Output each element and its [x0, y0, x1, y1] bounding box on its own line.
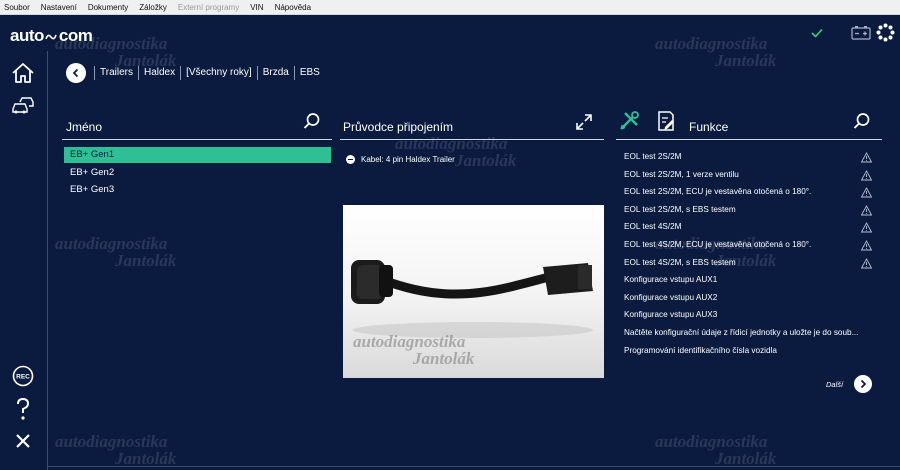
bottom-border [48, 466, 900, 467]
close-icon[interactable] [9, 427, 37, 455]
menu-item-dokumenty[interactable]: Dokumenty [88, 3, 128, 12]
watermark-line2: Jantolák [715, 449, 777, 468]
warning-icon [861, 240, 872, 251]
loading-spinner-icon [876, 23, 895, 42]
watermark-line1: autodiagnostika [395, 134, 508, 153]
watermark: autodiagnostika Jantolák [55, 235, 176, 269]
menu-item-vin[interactable]: VIN [250, 3, 263, 12]
rec-icon[interactable]: REC [9, 362, 37, 390]
help-icon[interactable] [9, 395, 37, 423]
watermark: autodiagnostika Jantolák [655, 433, 776, 467]
function-item[interactable]: Konfigurace vstupu AUX3 [624, 306, 874, 324]
tools-icon[interactable] [618, 110, 640, 132]
next-nav[interactable]: Další [826, 375, 873, 393]
functions-panel-title: Funkce [689, 120, 729, 134]
connection-panel-divider [340, 139, 604, 140]
app-header: auto com [0, 15, 900, 51]
breadcrumb-years[interactable]: [Všechny roky] [180, 66, 257, 80]
logo-part-com: com [58, 26, 93, 45]
warning-icon [861, 170, 872, 181]
function-item[interactable]: EOL test 4S/2M [624, 218, 874, 236]
warning-icon [861, 222, 872, 233]
warning-icon [861, 205, 872, 216]
watermark-line2: Jantolák [115, 251, 177, 270]
function-item[interactable]: EOL test 2S/2M, 1 verze ventilu [624, 166, 874, 184]
warning-icon [861, 152, 872, 163]
next-label: Další [826, 379, 844, 389]
menu-item-nastaveni[interactable]: Nastavení [41, 3, 77, 12]
cable-label: Kabel: 4 pin Haldex Trailer [361, 155, 455, 164]
watermark-line1: autodiagnostika [655, 432, 768, 451]
document-edit-icon[interactable] [656, 110, 676, 132]
watermark-line2: Jantolák [115, 449, 177, 468]
function-item[interactable]: Načtěte konfigurační údaje z řídicí jedn… [624, 324, 874, 342]
function-item[interactable]: EOL test 2S/2M, ECU je vestavěna otočená… [624, 183, 874, 201]
menu-item-soubor[interactable]: Soubor [4, 3, 30, 12]
name-panel-divider [62, 139, 332, 140]
logo-part-auto: auto [10, 26, 44, 45]
function-item[interactable]: Konfigurace vstupu AUX2 [624, 289, 874, 307]
search-icon[interactable] [853, 112, 871, 130]
expand-icon[interactable] [575, 113, 593, 131]
function-item[interactable]: EOL test 2S/2M [624, 148, 874, 166]
menu-item-zalozky[interactable]: Záložky [139, 3, 167, 12]
next-button[interactable] [854, 375, 873, 393]
breadcrumb-ebs[interactable]: EBS [293, 66, 325, 80]
function-item[interactable]: EOL test 2S/2M, s EBS testem [624, 201, 874, 219]
function-item[interactable]: Konfigurace vstupu AUX1 [624, 271, 874, 289]
cable-image [351, 260, 593, 338]
breadcrumb-brzda[interactable]: Brzda [256, 66, 294, 80]
rec-label: REC [16, 374, 30, 381]
warning-icon [861, 258, 872, 269]
watermark-line1: autodiagnostika [55, 432, 168, 451]
search-icon[interactable] [303, 112, 321, 130]
menu-item-napoveda[interactable]: Nápověda [275, 3, 311, 12]
breadcrumb-haldex[interactable]: Haldex [137, 66, 180, 80]
watermark-line1: autodiagnostika [55, 234, 168, 253]
breadcrumb: Trailers Haldex [Všechny roky] Brzda EBS [66, 62, 325, 84]
list-item[interactable]: EB+ Gen1 [64, 147, 331, 163]
chevron-right-icon [860, 379, 867, 389]
chevron-left-icon [72, 68, 79, 78]
autocom-logo: auto com [10, 26, 93, 46]
cable-row[interactable]: Kabel: 4 pin Haldex Trailer [346, 155, 455, 164]
collapse-icon[interactable] [346, 155, 355, 164]
home-icon[interactable] [9, 59, 37, 87]
breadcrumb-trailers[interactable]: Trailers [94, 66, 138, 80]
warning-icon [861, 187, 872, 198]
name-panel-title: Jméno [66, 120, 103, 134]
logo-wave-icon [45, 34, 57, 39]
watermark-line2: Jantolák [715, 51, 777, 70]
connected-check-icon [811, 28, 823, 38]
battery-icon[interactable] [851, 25, 871, 40]
watermark: autodiagnostika Jantolák [55, 433, 176, 467]
functions-panel-divider [616, 139, 882, 140]
connection-guide-title: Průvodce připojením [343, 120, 454, 134]
back-button[interactable] [66, 63, 86, 83]
function-item[interactable]: EOL test 4S/2M, s EBS testem [624, 254, 874, 272]
menu-bar: Soubor Nastavení Dokumenty Záložky Exter… [0, 0, 900, 15]
function-item[interactable]: Programování identifikačního čísla vozid… [624, 342, 874, 360]
left-sidebar: REC [0, 51, 48, 470]
function-item[interactable]: EOL test 4S/2M, ECU je vestavěna otočená… [624, 236, 874, 254]
list-item[interactable]: EB+ Gen3 [64, 182, 331, 198]
menu-item-externi-programy: Externí programy [177, 2, 240, 12]
vehicles-icon[interactable] [9, 91, 37, 119]
cable-photo: autodiagnostika Jantolák [343, 205, 604, 378]
list-item[interactable]: EB+ Gen2 [64, 165, 331, 181]
